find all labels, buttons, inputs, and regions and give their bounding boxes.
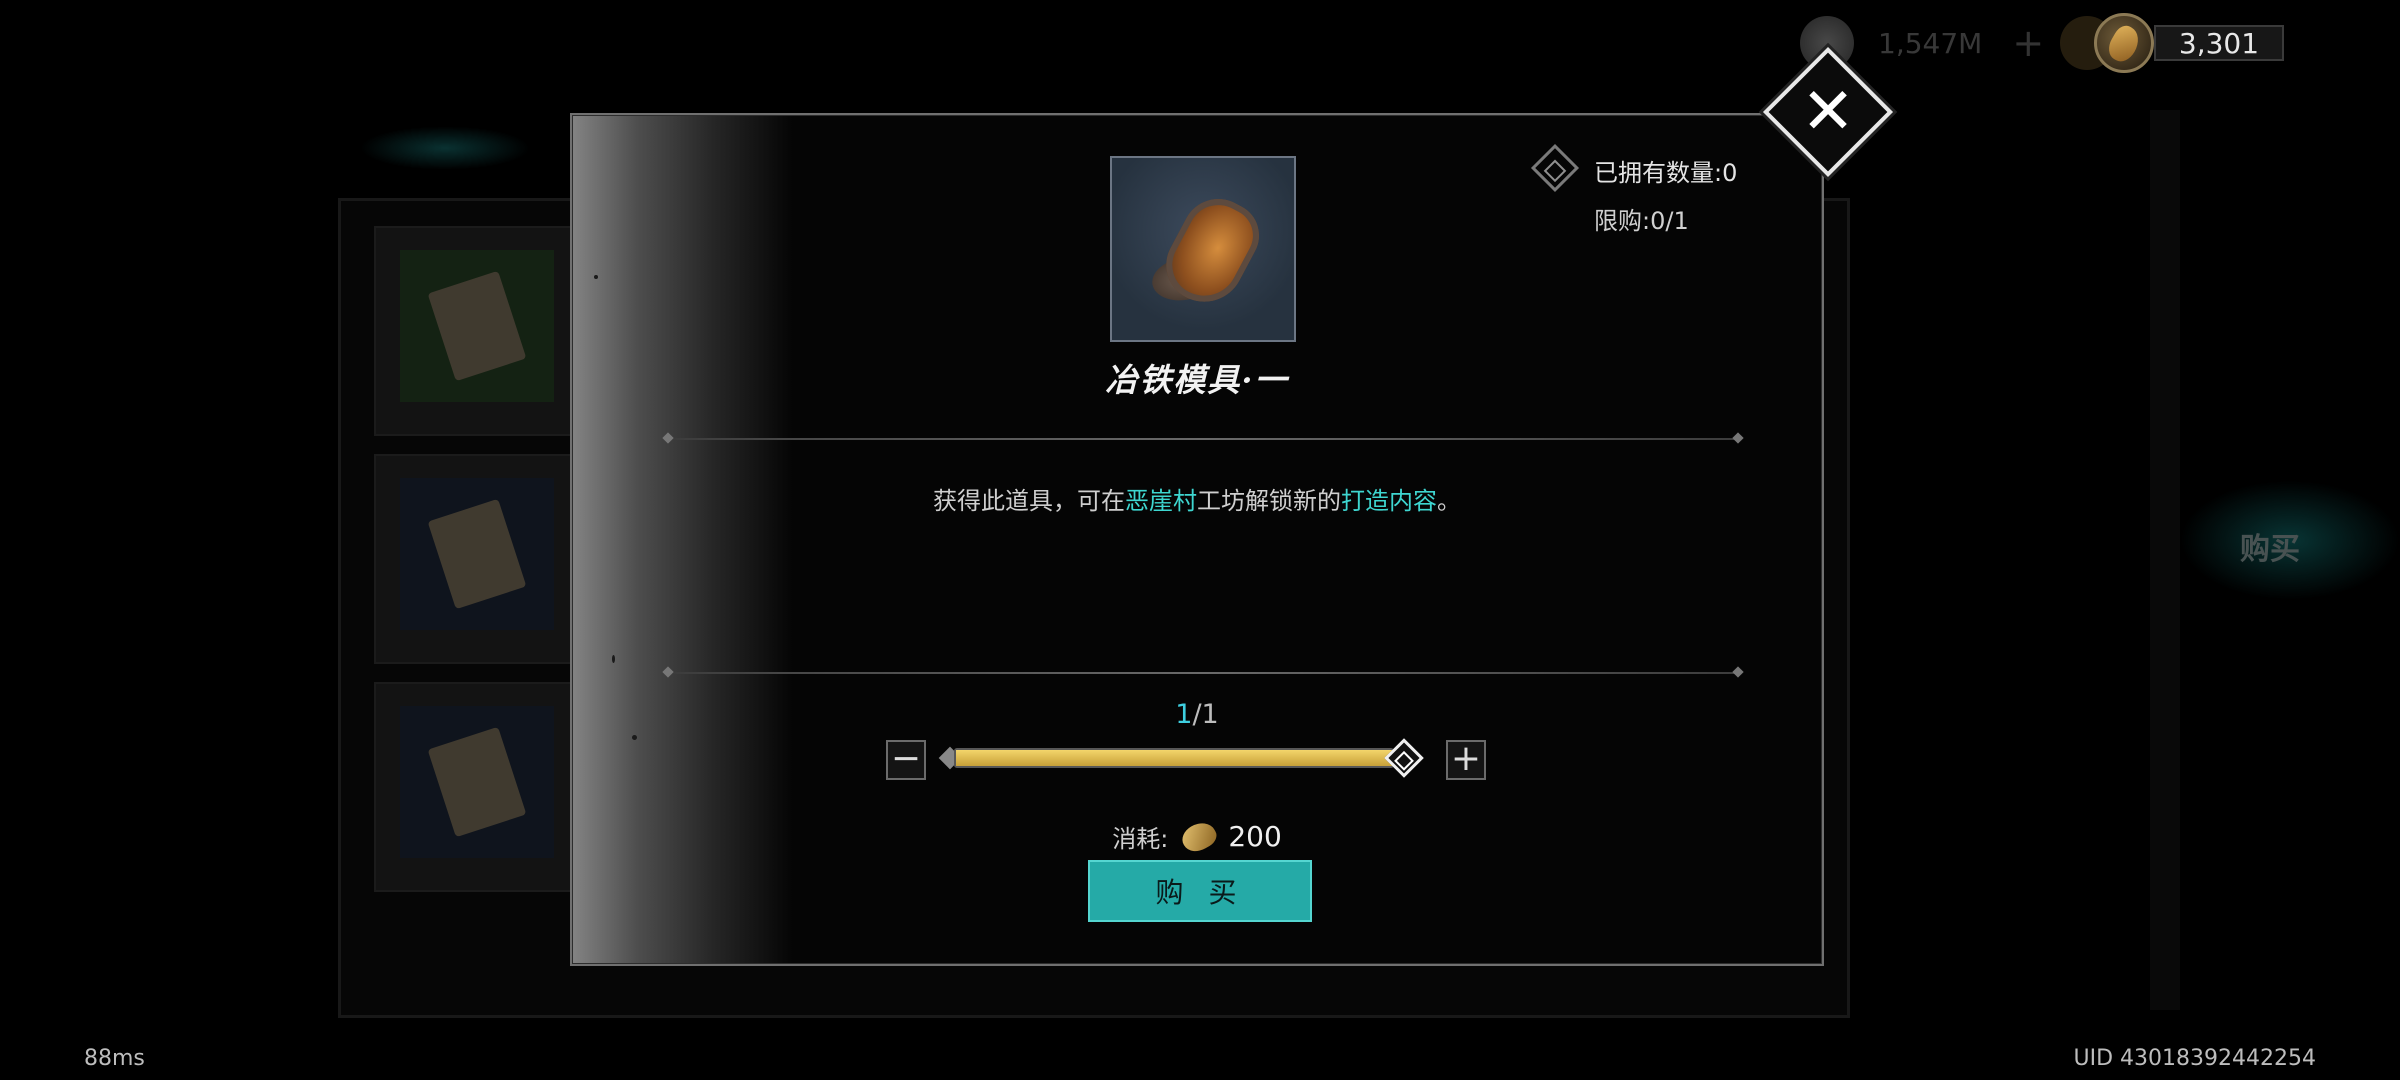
background-shop-item — [374, 226, 574, 436]
background-right-tab-label: 购买 — [2240, 532, 2300, 567]
description-text: 。 — [1437, 487, 1461, 515]
background-shop-item — [374, 454, 574, 664]
decrease-quantity-button[interactable]: − — [886, 740, 926, 780]
quantity-total: /1 — [1192, 699, 1219, 730]
quantity-display: 1/1 — [572, 699, 1822, 730]
user-id: UID 43018392442254 — [2073, 1046, 2316, 1071]
scroll-icon — [427, 726, 527, 838]
latency-indicator: 88ms — [84, 1046, 145, 1071]
quantity-slider-fill — [956, 750, 1392, 766]
close-icon: ✕ — [1801, 75, 1855, 149]
background-item-thumb — [400, 706, 554, 858]
cost-amount: 200 — [1228, 820, 1282, 853]
divider-bottom — [668, 672, 1738, 674]
gold-coin-icon — [2094, 13, 2154, 73]
description-text: 获得此道具，可在 — [933, 487, 1125, 515]
gold-amount: 3,301 — [2154, 25, 2284, 61]
background-item-thumb — [400, 478, 554, 630]
cost-label: 消耗: — [1112, 825, 1169, 853]
purchase-limit: 限购:0/1 — [1594, 207, 1689, 235]
divider-top — [668, 438, 1738, 440]
owned-count: 已拥有数量:0 — [1594, 159, 1738, 187]
scroll-icon — [427, 498, 527, 610]
quantity-slider[interactable] — [954, 748, 1394, 768]
description-text: 工坊解锁新的 — [1197, 487, 1341, 515]
quantity-current: 1 — [1175, 699, 1193, 730]
increase-quantity-button[interactable]: + — [1446, 740, 1486, 780]
description-village-highlight: 恶崖村 — [1125, 487, 1197, 515]
background-tab-glow — [360, 126, 530, 170]
gold-coin-icon — [1178, 816, 1221, 857]
silver-amount: 1,547M — [1878, 26, 1983, 60]
scroll-icon — [427, 270, 527, 382]
item-name: 冶铁模具·一 — [1105, 361, 1289, 399]
currency-gold: 3,301 — [2060, 13, 2284, 73]
buy-button[interactable]: 购 买 — [1088, 860, 1312, 922]
background-item-thumb — [400, 250, 554, 402]
item-description: 获得此道具，可在恶崖村工坊解锁新的打造内容。 — [572, 481, 1822, 516]
background-right-panel — [2150, 110, 2180, 1010]
background-shop-item — [374, 682, 574, 892]
purchase-dialog: 已拥有数量:0 限购:0/1 冶铁模具·一 获得此道具，可在恶崖村工坊解锁新的打… — [570, 113, 1824, 966]
description-craft-highlight: 打造内容 — [1341, 487, 1437, 515]
diamond-icon — [1530, 143, 1580, 193]
add-silver-button[interactable]: + — [2012, 21, 2044, 65]
background-right-tab: 购买 — [2180, 480, 2400, 600]
item-image — [1110, 156, 1296, 342]
ownership-info: 已拥有数量:0 限购:0/1 — [1530, 143, 1778, 235]
cost-row: 消耗: 200 — [572, 816, 1822, 857]
